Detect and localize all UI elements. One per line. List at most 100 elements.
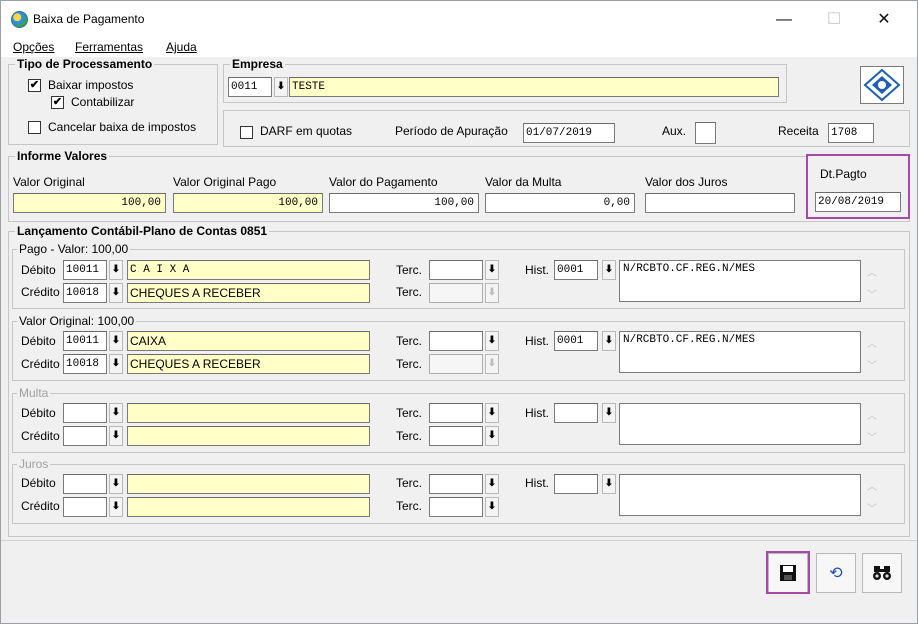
orig-terc1-dropdown[interactable]: ⬇ <box>485 331 499 351</box>
valor-juros-label: Valor dos Juros <box>645 175 728 189</box>
toolbar-divider <box>1 540 917 541</box>
juros-debito-code-field[interactable] <box>63 474 107 494</box>
pago-hist-text[interactable]: N/RCBTO.CF.REG.N/MES <box>619 260 861 302</box>
juros-hist-text[interactable] <box>619 474 861 516</box>
pago-debito-code-field[interactable]: 10011 <box>63 260 107 280</box>
multa-debito-label: Débito <box>21 406 56 420</box>
orig-hist-text[interactable]: N/RCBTO.CF.REG.N/MES <box>619 331 861 373</box>
darf-checkbox[interactable] <box>240 126 253 139</box>
multa-credito-desc-field[interactable] <box>127 426 370 446</box>
orig-scroll-up-icon[interactable]: ︿ <box>864 335 880 350</box>
pago-terc1-field[interactable] <box>429 260 483 280</box>
juros-terc1-dropdown[interactable]: ⬇ <box>485 474 499 494</box>
valor-original-pago-label: Valor Original Pago <box>173 175 277 189</box>
orig-debito-desc-field[interactable]: CAIXA <box>127 331 370 351</box>
multa-debito-dropdown[interactable]: ⬇ <box>109 403 123 423</box>
pago-terc1-dropdown[interactable]: ⬇ <box>485 260 499 280</box>
multa-terc2-label: Terc. <box>396 429 423 443</box>
juros-terc1-field[interactable] <box>429 474 483 494</box>
baixar-impostos-checkbox[interactable]: ✔ <box>28 79 41 92</box>
cancelar-baixa-checkbox[interactable] <box>28 121 41 134</box>
orig-terc1-label: Terc. <box>396 334 423 348</box>
multa-scroll-up-icon[interactable]: ︿ <box>864 407 880 422</box>
juros-hist-dropdown[interactable]: ⬇ <box>602 474 616 494</box>
darf-label: DARF em quotas <box>260 124 353 138</box>
juros-credito-code-field[interactable] <box>63 497 107 517</box>
undo-button[interactable]: ⟲ <box>816 553 856 593</box>
juros-debito-dropdown[interactable]: ⬇ <box>109 474 123 494</box>
pago-hist-dropdown[interactable]: ⬇ <box>602 260 616 280</box>
menu-ferramentas[interactable]: Ferramentas <box>75 40 143 54</box>
juros-terc2-dropdown[interactable]: ⬇ <box>485 497 499 517</box>
multa-hist-dropdown[interactable]: ⬇ <box>602 403 616 423</box>
pago-scroll-down-icon[interactable]: ﹀ <box>864 286 880 301</box>
multa-scroll-down-icon[interactable]: ﹀ <box>864 429 880 444</box>
multa-hist-text[interactable] <box>619 403 861 445</box>
binoculars-icon <box>873 566 891 580</box>
multa-terc2-dropdown[interactable]: ⬇ <box>485 426 499 446</box>
pago-credito-dropdown[interactable]: ⬇ <box>109 283 123 303</box>
multa-debito-desc-field[interactable] <box>127 403 370 423</box>
orig-credito-desc-field[interactable]: CHEQUES A RECEBER <box>127 354 370 374</box>
pago-debito-desc-field[interactable]: C A I X A <box>127 260 370 280</box>
close-button[interactable]: ✕ <box>862 9 906 31</box>
title-bar: Baixa de Pagamento — ☐ ✕ <box>1 1 917 37</box>
juros-debito-label: Débito <box>21 476 56 490</box>
orig-credito-code-field[interactable]: 10018 <box>63 354 107 374</box>
processing-legend: Tipo de Processamento <box>17 57 153 71</box>
search-button[interactable] <box>862 553 902 593</box>
periodo-field[interactable]: 01/07/2019 <box>523 123 615 143</box>
juros-terc2-field[interactable] <box>429 497 483 517</box>
orig-debito-code-field[interactable]: 10011 <box>63 331 107 351</box>
menu-ajuda[interactable]: Ajuda <box>166 40 197 54</box>
menu-opcoes[interactable]: Opções <box>13 40 54 54</box>
orig-credito-dropdown[interactable]: ⬇ <box>109 354 123 374</box>
pago-debito-dropdown[interactable]: ⬇ <box>109 260 123 280</box>
pago-credito-code-field[interactable]: 10018 <box>63 283 107 303</box>
valor-pagamento-field[interactable]: 100,00 <box>329 193 479 213</box>
multa-debito-code-field[interactable] <box>63 403 107 423</box>
multa-credito-code-field[interactable] <box>63 426 107 446</box>
periodo-label: Período de Apuração <box>395 124 508 138</box>
orig-terc1-field[interactable] <box>429 331 483 351</box>
pago-hist-label: Hist. <box>525 263 549 277</box>
valor-multa-field[interactable]: 0,00 <box>485 193 635 213</box>
empresa-code-field[interactable]: 0011 <box>228 77 272 97</box>
minimize-button[interactable]: — <box>762 9 806 31</box>
juros-scroll-up-icon[interactable]: ︿ <box>864 478 880 493</box>
pago-terc2-field <box>429 283 483 303</box>
juros-credito-dropdown[interactable]: ⬇ <box>109 497 123 517</box>
maximize-button: ☐ <box>826 11 842 28</box>
orig-hist-code-field[interactable]: 0001 <box>554 331 598 351</box>
save-button-highlight <box>766 551 810 594</box>
multa-terc1-dropdown[interactable]: ⬇ <box>485 403 499 423</box>
multa-terc2-field[interactable] <box>429 426 483 446</box>
receita-field[interactable]: 1708 <box>828 123 874 143</box>
pago-hist-code-field[interactable]: 0001 <box>554 260 598 280</box>
valor-original-field[interactable]: 100,00 <box>13 193 166 213</box>
orig-debito-dropdown[interactable]: ⬇ <box>109 331 123 351</box>
contabilizar-checkbox[interactable]: ✔ <box>51 96 64 109</box>
multa-hist-code-field[interactable] <box>554 403 598 423</box>
empresa-name-field[interactable]: TESTE <box>289 77 779 97</box>
empresa-dropdown-button[interactable]: ⬇ <box>274 77 288 97</box>
aux-field[interactable] <box>695 122 716 144</box>
pago-terc2-label: Terc. <box>396 285 423 299</box>
valor-juros-field[interactable] <box>645 193 795 213</box>
orig-hist-dropdown[interactable]: ⬇ <box>602 331 616 351</box>
pago-debito-label: Débito <box>21 263 56 277</box>
juros-legend: Juros <box>19 457 49 471</box>
window-title: Baixa de Pagamento <box>33 12 145 26</box>
juros-credito-desc-field[interactable] <box>127 497 370 517</box>
juros-debito-desc-field[interactable] <box>127 474 370 494</box>
multa-terc1-field[interactable] <box>429 403 483 423</box>
juros-hist-code-field[interactable] <box>554 474 598 494</box>
multa-credito-dropdown[interactable]: ⬇ <box>109 426 123 446</box>
juros-scroll-down-icon[interactable]: ﹀ <box>864 500 880 515</box>
pago-scroll-up-icon[interactable]: ︿ <box>864 264 880 279</box>
orig-scroll-down-icon[interactable]: ﹀ <box>864 357 880 372</box>
pago-credito-desc-field[interactable]: CHEQUES A RECEBER <box>127 283 370 303</box>
valor-pagamento-label: Valor do Pagamento <box>329 175 438 189</box>
valor-original-legend: Valor Original: 100,00 <box>19 314 135 328</box>
valor-original-pago-field[interactable]: 100,00 <box>173 193 323 213</box>
